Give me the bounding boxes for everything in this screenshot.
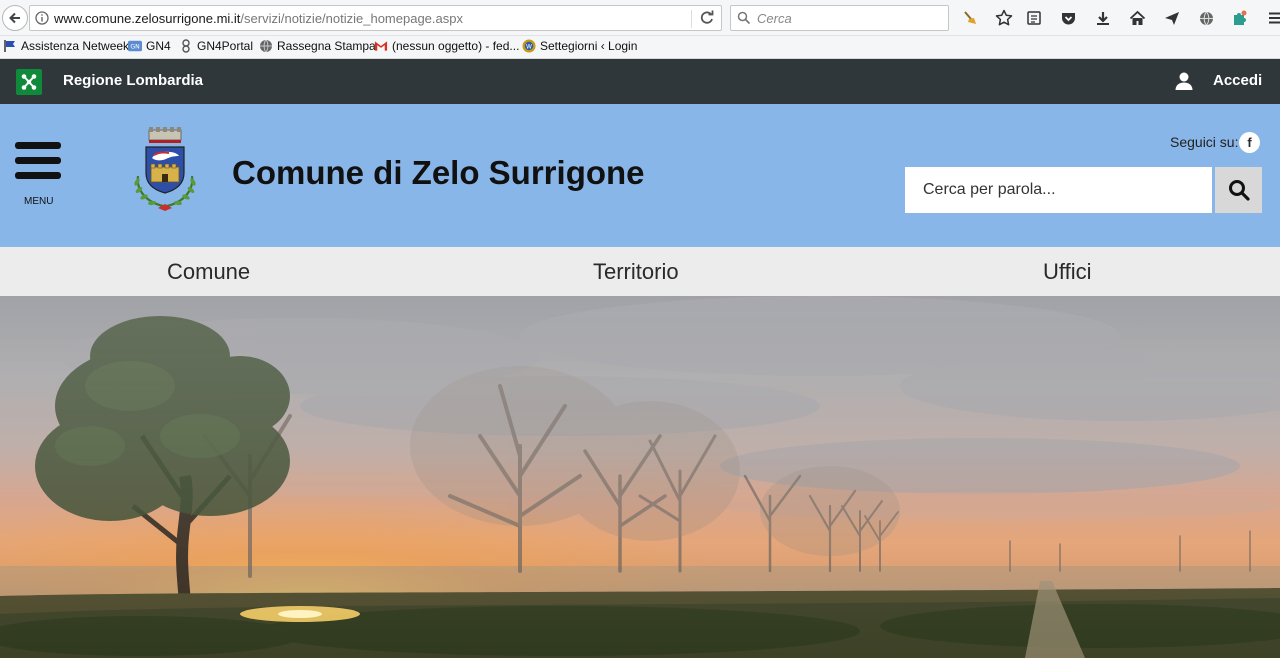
browser-toolbar: www.comune.zelosurrigone.mi.it/servizi/n…	[0, 0, 1280, 36]
menu-button[interactable]: MENU	[14, 140, 62, 207]
rosa-camuna-icon	[21, 74, 37, 90]
region-name[interactable]: Regione Lombardia	[63, 72, 203, 89]
menu-bar	[15, 172, 61, 179]
bookmark-item[interactable]: W Settegiorni ‹ Login	[522, 39, 637, 53]
municipal-crest-icon[interactable]	[128, 126, 202, 216]
hamburger-menu-icon[interactable]	[1265, 8, 1280, 28]
site-title[interactable]: Comune di Zelo Surrigone	[232, 154, 645, 192]
extension-globe-icon[interactable]	[1196, 8, 1216, 28]
svg-text:W: W	[526, 43, 532, 50]
facebook-icon[interactable]: f	[1239, 132, 1260, 153]
nav-item-territorio[interactable]: Territorio	[593, 259, 679, 285]
hero-banner	[0, 296, 1280, 658]
region-topbar: Regione Lombardia Accedi	[0, 59, 1280, 104]
user-icon[interactable]	[1174, 71, 1194, 91]
reading-list-icon[interactable]	[1024, 8, 1044, 28]
bookmark-label: Assistenza Netweek	[21, 39, 130, 53]
site-search-input[interactable]	[905, 167, 1212, 213]
gmail-icon	[374, 39, 388, 53]
main-navigation: Comune Territorio Uffici	[0, 247, 1280, 296]
search-icon	[1228, 180, 1250, 201]
bookmark-label: Rassegna Stampa	[277, 39, 376, 53]
search-icon	[737, 11, 751, 25]
bookmark-item[interactable]: (nessun oggetto) - fed...	[374, 39, 519, 53]
menu-label: MENU	[24, 196, 54, 207]
site-header: MENU Comune di Zelo Surrigone Seguici su…	[0, 104, 1280, 247]
hero-landscape-image	[0, 296, 1280, 658]
broom-icon[interactable]	[960, 8, 980, 28]
nav-item-comune[interactable]: Comune	[167, 259, 250, 285]
nav-item-uffici[interactable]: Uffici	[1043, 259, 1092, 285]
bookmark-label: Settegiorni ‹ Login	[540, 39, 638, 53]
browser-search-placeholder: Cerca	[757, 11, 792, 26]
bookmark-item[interactable]: GN4Portal	[179, 39, 253, 53]
bookmark-item[interactable]: Rassegna Stampa	[259, 39, 376, 53]
info-icon[interactable]	[35, 11, 49, 25]
follow-us-label: Seguici su:	[1170, 134, 1239, 150]
menu-bar	[15, 142, 61, 149]
url-bar[interactable]: www.comune.zelosurrigone.mi.it/servizi/n…	[29, 5, 722, 31]
flag-icon	[3, 39, 17, 53]
extension-puzzle-icon[interactable]	[1230, 8, 1250, 28]
reload-icon[interactable]	[698, 9, 716, 27]
url-separator	[691, 10, 692, 28]
pocket-icon[interactable]	[1058, 8, 1078, 28]
wordpress-icon: W	[522, 39, 536, 53]
url-text[interactable]: www.comune.zelosurrigone.mi.it/servizi/n…	[54, 11, 463, 26]
bookmark-label: GN4	[146, 39, 171, 53]
svg-text:GN: GN	[130, 44, 139, 51]
url-path: /servizi/notizie/notizie_homepage.aspx	[240, 11, 463, 26]
site-search-button[interactable]	[1215, 167, 1262, 213]
download-icon[interactable]	[1093, 8, 1113, 28]
home-icon[interactable]	[1127, 8, 1147, 28]
bookmark-item[interactable]: GN GN4	[128, 39, 171, 53]
login-link[interactable]: Accedi	[1213, 72, 1262, 89]
bookmark-label: (nessun oggetto) - fed...	[392, 39, 520, 53]
back-button[interactable]	[2, 5, 28, 31]
arrow-left-icon	[9, 12, 20, 24]
bookmarks-bar: Assistenza Netweek GN GN4 GN4Portal Rass…	[0, 36, 1280, 59]
menu-bar	[15, 157, 61, 164]
gn4-icon: GN	[128, 39, 142, 53]
browser-search-bar[interactable]: Cerca	[730, 5, 949, 31]
send-icon[interactable]	[1162, 8, 1182, 28]
portal-icon	[179, 39, 193, 53]
regione-lombardia-logo[interactable]	[16, 69, 42, 95]
bookmark-star-icon[interactable]	[994, 8, 1014, 28]
url-domain: www.comune.zelosurrigone.mi.it	[54, 11, 241, 26]
globe-icon	[259, 39, 273, 53]
bookmark-item[interactable]: Assistenza Netweek	[3, 39, 129, 53]
bookmark-label: GN4Portal	[197, 39, 254, 53]
